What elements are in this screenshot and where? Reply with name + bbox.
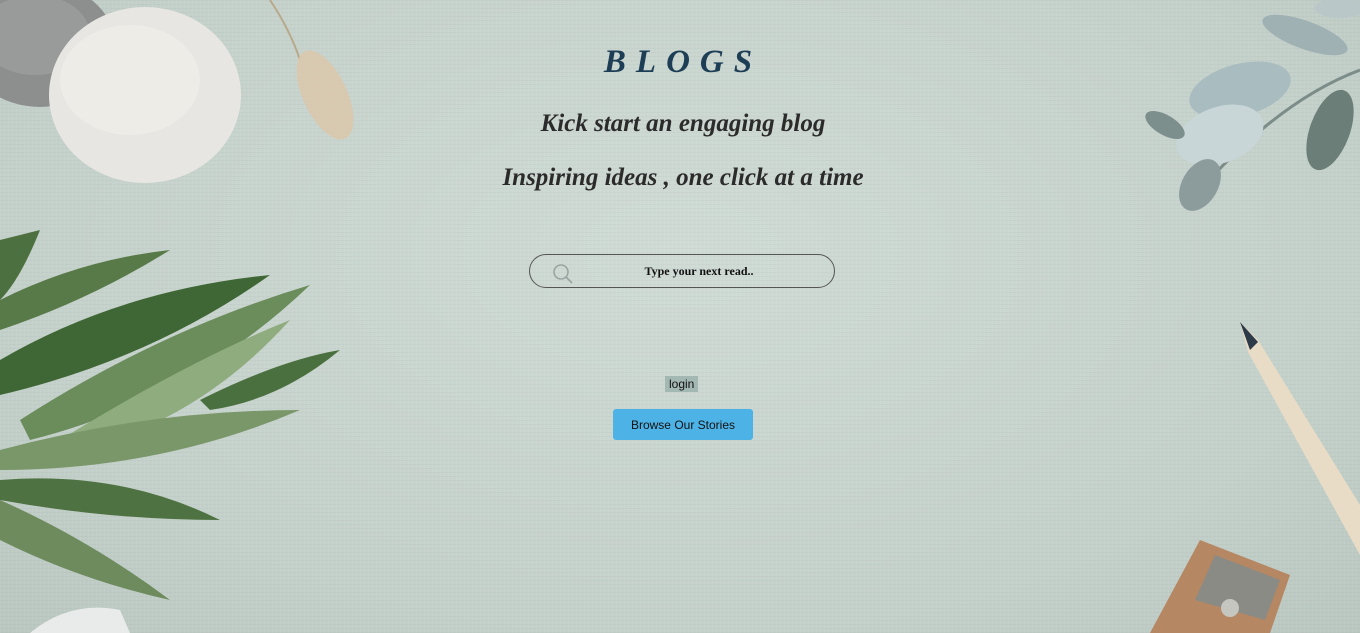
- search-bar[interactable]: [529, 254, 835, 288]
- search-input[interactable]: [570, 255, 828, 287]
- tagline-primary: Kick start an engaging blog: [540, 110, 826, 137]
- browse-stories-button[interactable]: Browse Our Stories: [613, 409, 753, 440]
- login-button[interactable]: login: [665, 376, 699, 392]
- hero-section: BLOGS Kick start an engaging blog Inspir…: [0, 0, 1360, 633]
- tagline-secondary: Inspiring ideas , one click at a time: [502, 164, 864, 191]
- page-title: BLOGS: [603, 44, 763, 80]
